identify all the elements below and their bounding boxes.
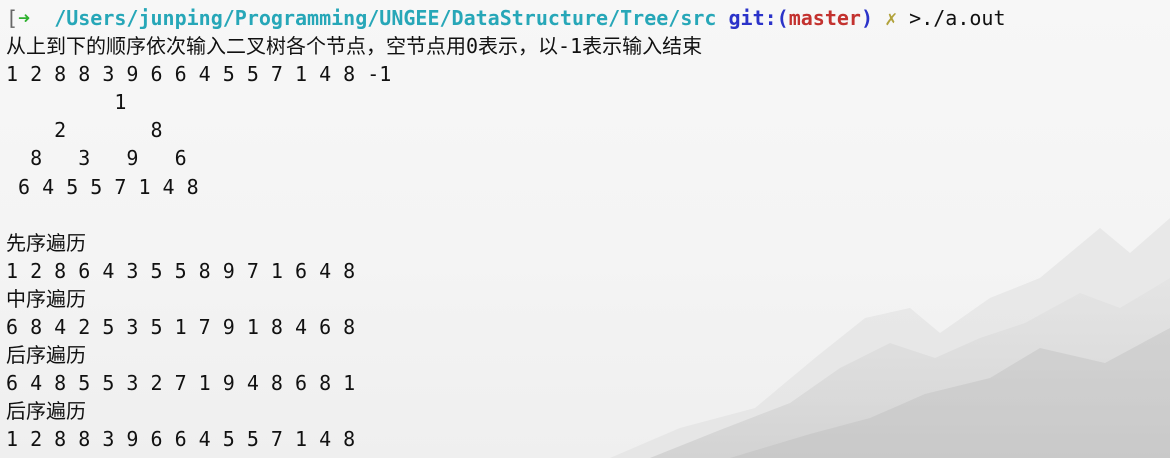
postorder-values: 6 4 8 5 5 3 2 7 1 9 4 8 6 8 1 [6,371,356,396]
current-directory-path: /Users/junping/Programming/UNGEE/DataStr… [54,6,717,30]
postorder-label: 后序遍历 [6,343,86,368]
git-label-prefix: git:( [728,6,789,30]
git-label-suffix: ) [860,6,874,30]
user-input-line: 1 2 8 8 3 9 6 6 4 5 5 7 1 4 8 -1 [6,62,392,87]
tree-level-4: 6 4 5 5 7 1 4 8 [6,174,199,199]
shell-prompt-line: [➜ /Users/junping/Programming/UNGEE/Data… [6,4,1166,32]
tree-level-3: 8 3 9 6 [6,146,187,171]
postorder-values-2: 1 2 8 8 3 9 6 6 4 5 5 7 1 4 8 [6,427,356,452]
prompt-arrow-icon: ➜ [18,6,31,30]
command-text: >./a.out [909,6,1006,30]
preorder-values: 1 2 8 6 4 3 5 5 8 9 7 1 6 4 8 [6,258,356,283]
prompt-bracket: [ [6,6,19,30]
git-branch-name: master [788,6,861,30]
tree-level-1: 1 [6,90,127,115]
postorder-label-2: 后序遍历 [6,399,86,424]
terminal-output: [➜ /Users/junping/Programming/UNGEE/Data… [6,4,1166,454]
instruction-line: 从上到下的顺序依次输入二叉树各个节点，空节点用0表示，以-1表示输入结束 [6,34,703,59]
tree-level-2: 2 8 [6,118,163,143]
inorder-values: 6 8 4 2 5 3 5 1 7 9 1 8 4 6 8 [6,315,356,340]
preorder-label: 先序遍历 [6,230,86,255]
inorder-label: 中序遍历 [6,286,86,311]
git-dirty-icon: ✗ [885,6,898,30]
